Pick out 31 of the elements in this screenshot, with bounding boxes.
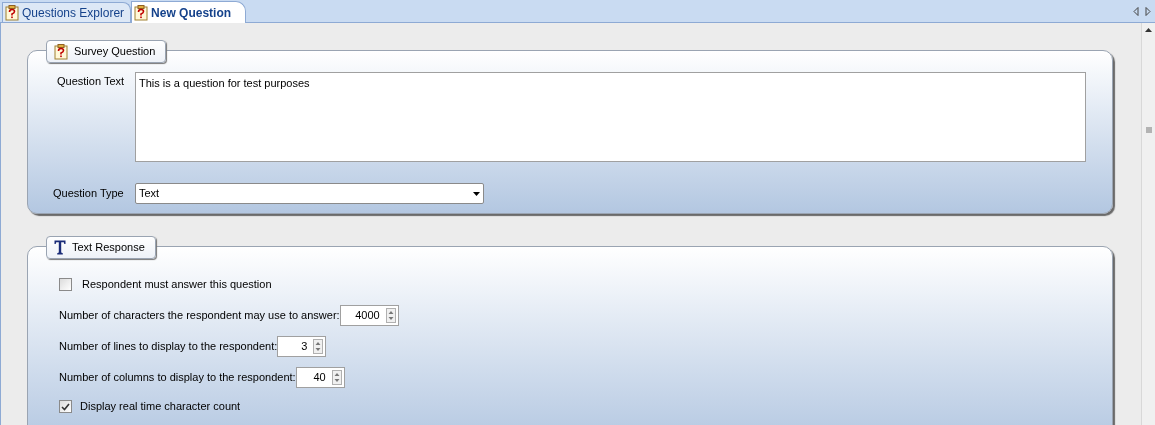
spin-arrows-icon[interactable] [331,370,342,385]
number-spinner[interactable]: 3 [277,336,327,357]
spin-arrows-icon[interactable] [313,339,324,354]
field-label: Number of characters the respondent may use to answer: [59,308,340,324]
scroll-up-icon[interactable] [1145,28,1152,32]
tab[interactable]: Questions Explorer [2,2,132,22]
scroll-left-icon[interactable] [1133,6,1139,16]
question-type-dropdown[interactable]: Text [135,183,484,204]
field-label: Question Text [56,74,126,89]
number-spinner[interactable]: 4000 [339,305,399,326]
scroll-thumb-grip-icon[interactable] [1145,127,1152,134]
checkbox-label: Display real time character count [80,399,241,415]
tab[interactable]: New Question [131,1,247,23]
letter-t-icon [54,240,66,255]
scroll-right-icon[interactable] [1145,6,1151,16]
checkbox[interactable] [59,278,72,291]
question-text-field[interactable]: This is a question for test purposes [135,72,1086,162]
dropdown-arrow-icon [473,191,480,196]
checkbox-label: Respondent must answer this question [82,277,272,293]
field-label: Question Type [53,186,125,202]
question-document-icon [5,4,19,21]
scrollbar[interactable] [1141,23,1155,425]
question-document-icon [54,43,68,60]
group-header: Survey Question [46,40,167,63]
number-spinner[interactable]: 40 [295,367,345,388]
field-label: Number of columns to display to the respondent: [59,370,296,386]
question-document-icon [134,4,149,21]
group-header: Text Response [46,236,156,259]
field-label: Number of lines to display to the respondent: [59,339,278,355]
spin-arrows-icon[interactable] [385,308,396,323]
checkbox[interactable] [59,400,72,413]
